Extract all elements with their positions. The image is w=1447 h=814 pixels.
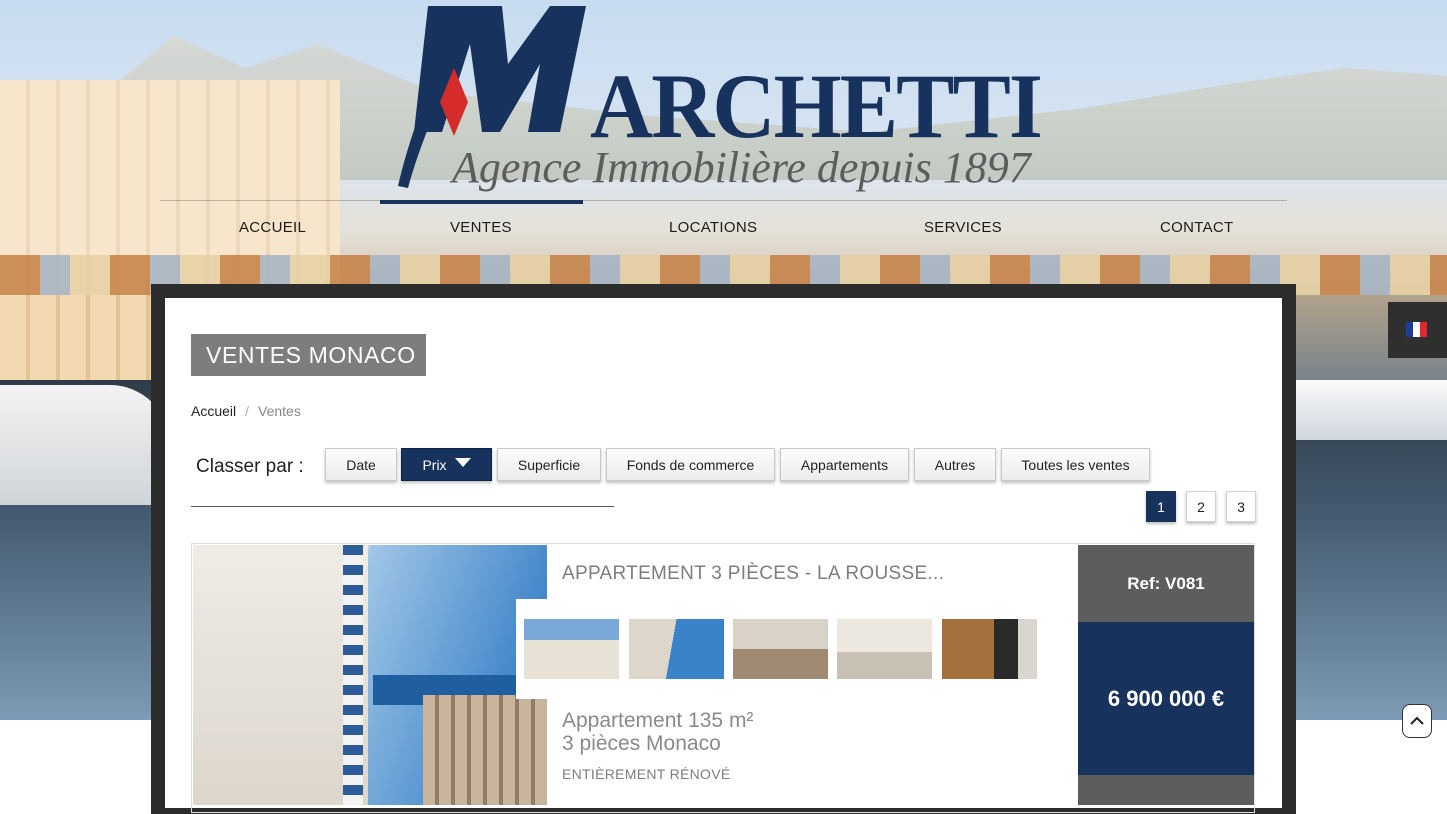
thumbnail-3[interactable] [733,619,828,679]
listing-main-photo[interactable] [193,545,547,805]
sort-appartements-button[interactable]: Appartements [780,448,909,481]
awning-image [343,545,363,805]
chevron-up-icon [1410,716,1424,725]
yacht-image [0,385,170,505]
sort-fonds-label: Fonds de commerce [626,456,755,473]
page-2-button[interactable]: 2 [1186,491,1216,522]
sort-autres-label: Autres [934,456,976,473]
breadcrumb-separator: / [245,403,250,419]
listing-rooms: 3 pièces Monaco [562,732,721,755]
sort-toutes-button[interactable]: Toutes les ventes [1001,448,1150,481]
listing-note: ENTIÈREMENT RÉNOVÉ [562,766,731,782]
listing-price-text: 6 900 000 € [1107,685,1225,711]
sort-autres-button[interactable]: Autres [914,448,996,481]
logo-wordmark: ARCHETTI [590,55,1043,157]
listing-title[interactable]: APPARTEMENT 3 PIÈCES - LA ROUSSE... [562,563,944,585]
page-title: VENTES MONACO [206,342,416,368]
nav-item-accueil[interactable]: ACCUEIL [239,219,306,236]
listing-ref-text: Ref: V081 [1127,573,1205,593]
french-flag-icon [1406,322,1427,337]
breadcrumb-home-link[interactable]: Accueil [191,403,236,419]
sort-fonds-button[interactable]: Fonds de commerce [606,448,775,481]
sort-superficie-button[interactable]: Superficie [497,448,601,481]
listing-price: 6 900 000 € [1078,622,1254,775]
city-image [423,695,547,805]
breadcrumb: Accueil / Ventes [191,403,301,419]
breadcrumb-current: Ventes [258,403,301,419]
page-1-button[interactable]: 1 [1146,491,1176,522]
main-nav: ACCUEIL VENTES LOCATIONS SERVICES CONTAC… [160,200,1287,255]
logo-tagline: Agence Immobilière depuis 1897 [452,143,1031,192]
boats-image [1287,380,1447,440]
sort-date-button[interactable]: Date [325,448,397,481]
nav-item-locations[interactable]: LOCATIONS [669,219,757,236]
scroll-top-button[interactable] [1402,704,1432,738]
nav-item-services[interactable]: SERVICES [924,219,1002,236]
listing-thumbnails [516,599,1047,699]
thumbnail-2[interactable] [629,619,724,679]
listing-footer-box [1078,775,1254,805]
listing-surface: Appartement 135 m² [562,709,754,732]
sort-prix-button[interactable]: Prix [401,448,492,481]
page-3-button[interactable]: 3 [1226,491,1256,522]
nav-item-contact[interactable]: CONTACT [1160,219,1233,236]
caret-down-icon [454,458,471,467]
sort-divider [191,506,614,507]
site-logo[interactable]: ARCHETTI Agence Immobilière depuis 1897 [390,4,1060,200]
sort-label: Classer par : [196,456,304,477]
nav-active-indicator [380,200,583,204]
page-title-box: VENTES MONACO [191,334,426,376]
sort-toutes-label: Toutes les ventes [1021,456,1130,473]
sort-superficie-label: Superficie [517,456,581,473]
sort-prix-label: Prix [422,456,447,473]
listing-ref: Ref: V081 [1078,545,1254,622]
sort-appartements-label: Appartements [800,456,889,473]
thumbnail-5[interactable] [942,619,1037,679]
thumbnail-1[interactable] [524,619,619,679]
sort-date-label: Date [346,456,376,473]
thumbnail-4[interactable] [837,619,932,679]
language-selector[interactable] [1388,302,1447,358]
nav-item-ventes[interactable]: VENTES [450,219,512,236]
terrace-wall-image [193,545,368,805]
